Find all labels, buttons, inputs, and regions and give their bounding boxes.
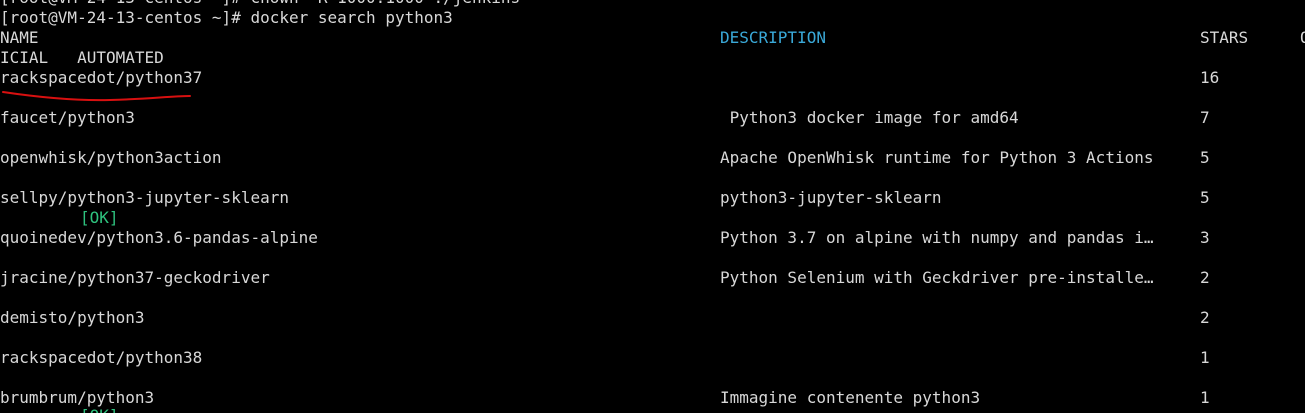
row-stars: 5: [1200, 188, 1210, 207]
row-name: jracine/python37-geckodriver: [0, 268, 270, 287]
row-stars: 16: [1200, 68, 1220, 87]
row-description: Python Selenium with Geckdriver pre-inst…: [720, 268, 1154, 287]
row-stars: 1: [1200, 388, 1210, 407]
table-row: rackspacedot/python37 16: [0, 68, 1305, 88]
header-official-cut: O: [1300, 28, 1305, 47]
header-description: DESCRIPTION: [720, 28, 826, 47]
row-description: [720, 308, 1176, 328]
row-stars: 5: [1200, 148, 1210, 167]
header-stars: STARS: [1200, 28, 1249, 47]
table-row: rackspacedot/python38 1: [0, 348, 1305, 368]
table-row: faucet/python3 Python3 docker image for …: [0, 108, 1305, 128]
table-row: openwhisk/python3action Apache OpenWhisk…: [0, 148, 1305, 168]
row-description: Apache OpenWhisk runtime for Python 3 Ac…: [720, 148, 1154, 167]
table-row: brumbrum/python3 Immagine contenente pyt…: [0, 388, 1305, 408]
header-name: NAME: [0, 28, 39, 47]
row-description: Python 3.7 on alpine with numpy and pand…: [720, 228, 1154, 247]
row-name: demisto/python3: [0, 308, 145, 327]
table-row: quoinedev/python3.6-pandas-alpine Python…: [0, 228, 1305, 248]
row-description: Python3 docker image for amd64: [720, 108, 1019, 127]
table-header: NAME DESCRIPTION STARS O: [0, 28, 1305, 48]
ok-status: [OK]: [80, 208, 119, 227]
table-row: jracine/python37-geckodriver Python Sele…: [0, 268, 1305, 288]
row-description: python3-jupyter-sklearn: [720, 188, 942, 207]
row-name: rackspacedot/python37: [0, 68, 203, 87]
wrapped-header-line: ICIAL AUTOMATED: [0, 48, 164, 67]
row-name: brumbrum/python3: [0, 388, 155, 407]
row-stars: 1: [1200, 348, 1210, 367]
partial-command-line: [root@VM-24-13-centos ~]# chown -R 1000:…: [0, 0, 520, 8]
terminal-window[interactable]: [root@VM-24-13-centos ~]# chown -R 1000:…: [0, 0, 1305, 413]
row-stars: 2: [1200, 308, 1210, 327]
table-row: demisto/python3 2: [0, 308, 1305, 328]
row-name: openwhisk/python3action: [0, 148, 222, 167]
row-stars: 2: [1200, 268, 1210, 287]
ok-status-partial: [OK]: [80, 406, 119, 413]
row-name: faucet/python3: [0, 108, 135, 127]
row-name: rackspacedot/python38: [0, 348, 203, 367]
row-name: quoinedev/python3.6-pandas-alpine: [0, 228, 318, 247]
row-name: sellpy/python3-jupyter-sklearn: [0, 188, 289, 207]
row-description: [720, 348, 1176, 368]
row-stars: 7: [1200, 108, 1210, 127]
row-description: [720, 68, 1176, 88]
table-row: sellpy/python3-jupyter-sklearn python3-j…: [0, 188, 1305, 208]
row-stars: 3: [1200, 228, 1210, 247]
prompt-line: [root@VM-24-13-centos ~]# docker search …: [0, 8, 453, 27]
row-description: Immagine contenente python3: [720, 388, 981, 407]
